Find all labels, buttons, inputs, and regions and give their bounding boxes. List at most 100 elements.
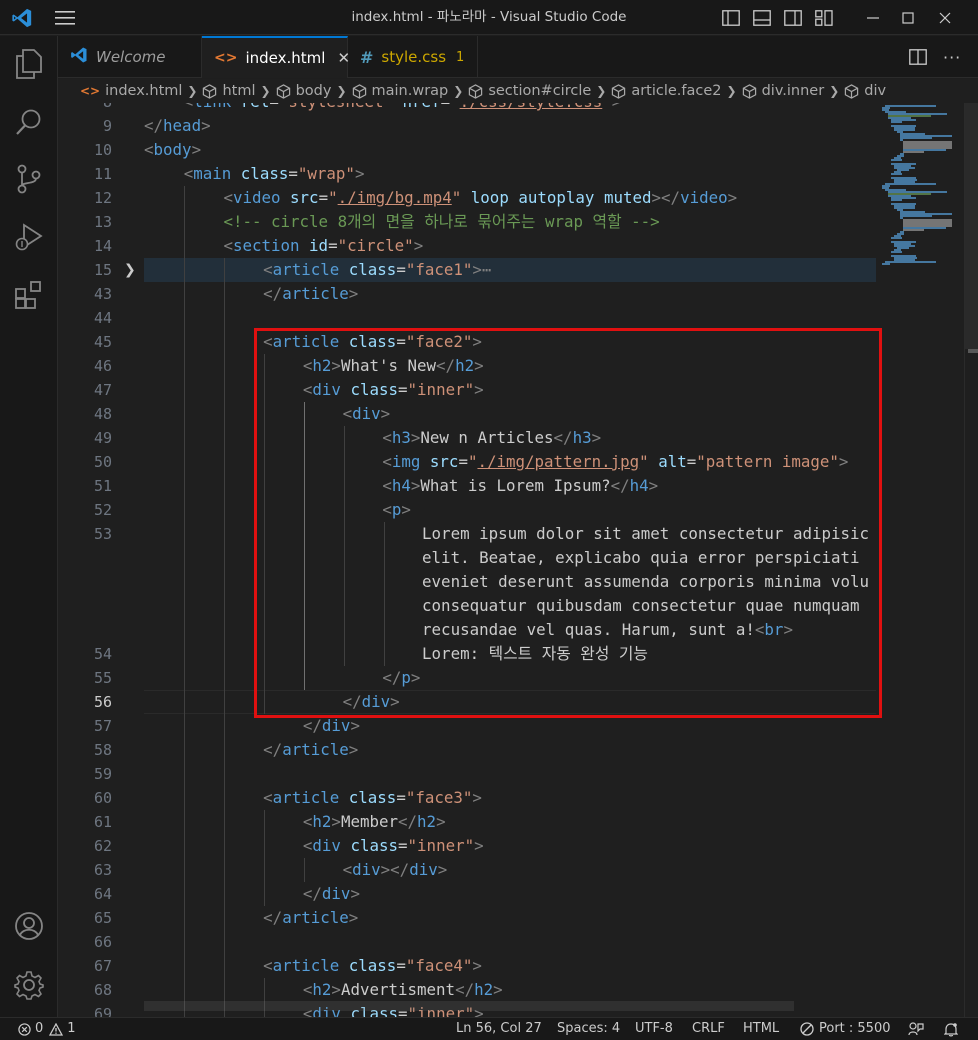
minimap-line (903, 151, 924, 153)
minimize-icon[interactable] (862, 0, 884, 35)
feedback-icon[interactable] (908, 1018, 924, 1040)
eol-status[interactable]: CRLF (692, 1018, 725, 1040)
code-line[interactable]: <h2>Member</h2> (303, 810, 446, 834)
line-number: 10 (93, 141, 112, 159)
customize-layout-icon[interactable] (813, 0, 835, 35)
close-window-icon[interactable] (934, 0, 956, 35)
line-number: 44 (93, 309, 112, 327)
toggle-primary-sidebar-icon[interactable] (720, 0, 742, 35)
line-number: 53 (93, 525, 112, 543)
run-debug-icon[interactable] (0, 213, 58, 261)
problems-status[interactable]: 0 1 (18, 1018, 76, 1040)
line-number: 60 (93, 789, 112, 807)
line-number: 51 (93, 477, 112, 495)
vertical-scrollbar[interactable] (964, 103, 978, 1017)
extensions-icon[interactable] (0, 271, 58, 319)
breadcrumb-item[interactable]: main.wrap ❯ (352, 83, 469, 99)
more-actions-icon[interactable]: ··· (943, 36, 961, 78)
line-number: 67 (93, 957, 112, 975)
line-number: 13 (93, 213, 112, 231)
code-line[interactable]: </article> (263, 738, 358, 762)
code-line[interactable]: <h2>Advertisment</h2> (303, 978, 503, 1002)
line-number: 65 (93, 909, 112, 927)
activity-bar (0, 36, 58, 1017)
line-number: 54 (93, 645, 112, 663)
breadcrumb-item[interactable]: body ❯ (276, 83, 352, 99)
tab-label: Welcome (96, 48, 166, 66)
line-number: 49 (93, 429, 112, 447)
line-number: 66 (93, 933, 112, 951)
editor-tabs: Welcome <> index.html ✕ # style.css 1 ··… (58, 36, 978, 78)
line-number: 46 (93, 357, 112, 375)
indent-guide (224, 258, 225, 1017)
code-line[interactable]: <div></div> (343, 858, 448, 882)
code-line[interactable]: </article> (263, 282, 358, 306)
search-icon[interactable] (0, 98, 58, 146)
code-line[interactable]: </head> (144, 114, 211, 138)
title-bar: index.html - 파노라마 - Visual Studio Code (0, 0, 978, 35)
line-number: 58 (93, 741, 112, 759)
language-mode[interactable]: HTML (743, 1018, 779, 1040)
live-server-port[interactable]: Port : 5500 (800, 1018, 891, 1040)
code-line[interactable]: </div> (303, 882, 360, 906)
line-number: 52 (93, 501, 112, 519)
line-number: 69 (93, 1005, 112, 1017)
breadcrumb-item[interactable]: <> index.html ❯ (80, 83, 202, 99)
tab-welcome[interactable]: Welcome (58, 36, 202, 78)
code-line[interactable]: <section id="circle"> (223, 234, 423, 258)
code-line[interactable]: <video src="./img/bg.mp4" loop autoplay … (223, 186, 737, 210)
tab-label: index.html (245, 49, 326, 67)
settings-gear-icon[interactable] (0, 961, 58, 1009)
minimap-line (891, 237, 902, 239)
split-editor-icon[interactable] (909, 36, 927, 78)
fold-chevron-icon[interactable]: ❯ (124, 258, 138, 282)
source-control-icon[interactable] (0, 155, 58, 203)
line-number: 45 (93, 333, 112, 351)
folded-region-ellipsis[interactable]: ⋯ (482, 260, 492, 279)
maximize-icon[interactable] (897, 0, 919, 35)
code-line[interactable]: <main class="wrap"> (184, 162, 365, 186)
scrollbar-thumb[interactable] (965, 103, 978, 349)
tab-style-css[interactable]: # style.css 1 (348, 36, 478, 78)
element-cube-icon (276, 83, 291, 99)
accounts-icon[interactable] (0, 902, 58, 950)
html-icon: <> (80, 84, 101, 98)
no-entry-icon (800, 1022, 814, 1036)
indentation-status[interactable]: Spaces: 4 (557, 1018, 620, 1040)
indent-guide (264, 978, 265, 1017)
minimap-line (885, 183, 936, 185)
code-line[interactable]: <link rel="stylesheet" href="./css/style… (184, 103, 622, 114)
toggle-secondary-sidebar-icon[interactable] (782, 0, 804, 35)
line-number: 68 (93, 981, 112, 999)
element-cube-icon (468, 83, 483, 99)
cursor-position[interactable]: Ln 56, Col 27 (456, 1018, 542, 1040)
breadcrumb-item[interactable]: div.inner ❯ (742, 83, 845, 99)
code-line[interactable]: <article class="face3"> (263, 786, 482, 810)
code-editor[interactable]: ❯ 8 9 10 11 12 13 14 15 43 44 45 46 47 48 49 50 51 52 53 54… (58, 103, 978, 1017)
encoding-status[interactable]: UTF-8 (635, 1018, 673, 1040)
indent-guide (184, 186, 185, 1017)
tab-index-html[interactable]: <> index.html ✕ (202, 36, 350, 78)
breadcrumb-item[interactable]: article.face2 ❯ (611, 83, 741, 99)
minimap[interactable] (876, 103, 964, 1017)
code-line[interactable]: <body> (144, 138, 201, 162)
toggle-panel-icon[interactable] (751, 0, 773, 35)
line-number: 15 (93, 261, 112, 279)
css-hash-icon: # (360, 47, 374, 67)
explorer-icon[interactable] (0, 40, 58, 88)
code-line[interactable]: <!-- circle 8개의 면을 하나로 묶어주는 wrap 역할 --> (223, 210, 659, 234)
line-number: 8 (58, 103, 112, 114)
horizontal-scrollbar[interactable] (144, 1001, 794, 1011)
breadcrumb-item[interactable]: div (844, 83, 886, 99)
code-line[interactable]: <article class="face1">⋯ (263, 258, 491, 282)
breadcrumb-item[interactable]: html ❯ (202, 83, 275, 99)
minimap-line (891, 251, 902, 253)
line-number: 47 (93, 381, 112, 399)
code-line[interactable]: </article> (263, 906, 358, 930)
notifications-bell-icon[interactable] (944, 1018, 958, 1040)
breadcrumb-item[interactable]: section#circle ❯ (468, 83, 611, 99)
status-bar: 0 1 Ln 56, Col 27 Spaces: 4 UTF-8 CRLF H… (0, 1017, 978, 1040)
code-line[interactable]: <article class="face4"> (263, 954, 482, 978)
code-line[interactable]: <div class="inner"> (303, 834, 484, 858)
line-number: 59 (93, 765, 112, 783)
